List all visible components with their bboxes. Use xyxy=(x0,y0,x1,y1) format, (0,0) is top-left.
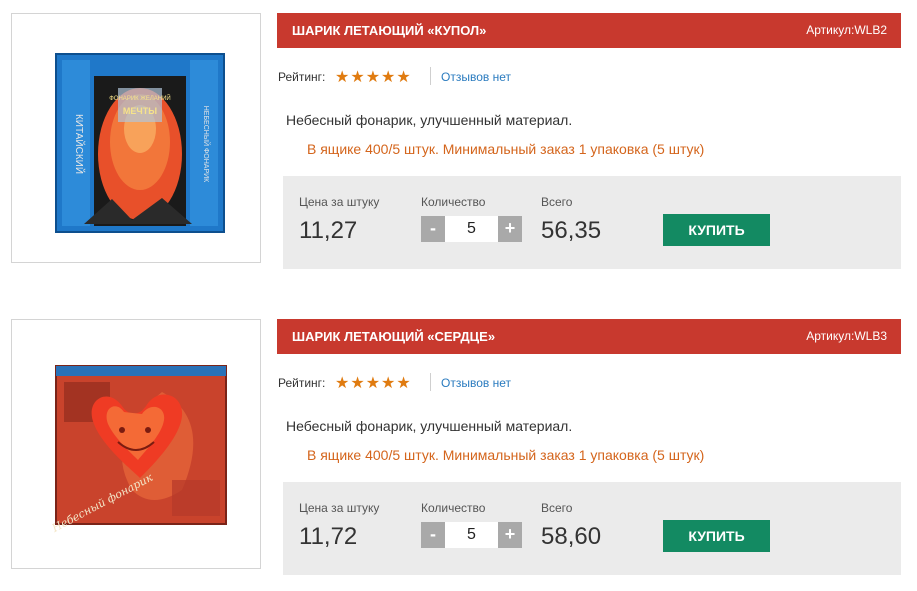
rating-stars: ★★★★★ xyxy=(335,67,412,87)
price-box: Цена за штуку 11,27 Количество - + Всего… xyxy=(283,176,901,269)
reviews-link[interactable]: Отзывов нет xyxy=(441,376,511,390)
star-icon: ★ xyxy=(381,375,396,392)
product-title-bar: ШАРИК ЛЕТАЮЩИЙ «СЕРДЦЕ» Артикул:WLB3 xyxy=(277,319,901,354)
total-value: 56,35 xyxy=(541,217,602,244)
product-image-link[interactable]: Небесный фонарик xyxy=(11,319,261,569)
lantern-package-image: Небесный фонарик xyxy=(49,365,227,535)
quantity-label: Количество xyxy=(421,501,486,515)
package-side-text: КИТАЙСКИЙ xyxy=(73,114,86,174)
unit-price-label: Цена за штуку xyxy=(299,501,380,515)
product-description: Небесный фонарик, улучшенный материал. xyxy=(286,112,573,128)
quantity-decrease-button[interactable]: - xyxy=(421,522,445,548)
star-icon: ★ xyxy=(365,375,381,392)
divider xyxy=(430,67,431,85)
buy-button[interactable]: КУПИТЬ xyxy=(663,520,770,552)
quantity-increase-button[interactable]: + xyxy=(498,216,522,242)
quantity-label: Количество xyxy=(421,195,486,209)
product-title-link[interactable]: ШАРИК ЛЕТАЮЩИЙ «КУПОЛ» xyxy=(292,23,486,38)
rating-label: Рейтинг: xyxy=(278,376,326,390)
lantern-package-image: КИТАЙСКИЙ НЕБЕСНЫЙ ФОНАРИК ФОНАРИК ЖЕЛАН… xyxy=(55,53,225,233)
product-image-link[interactable]: КИТАЙСКИЙ НЕБЕСНЫЙ ФОНАРИК ФОНАРИК ЖЕЛАН… xyxy=(11,13,261,263)
package-side-text: НЕБЕСНЫЙ ФОНАРИК xyxy=(202,106,211,183)
packing-info: В ящике 400/5 штук. Минимальный заказ 1 … xyxy=(307,447,705,463)
star-icon: ★ xyxy=(396,69,411,86)
quantity-input[interactable] xyxy=(445,216,498,242)
unit-price-label: Цена за штуку xyxy=(299,195,380,209)
total-label: Всего xyxy=(541,501,573,515)
rating-label: Рейтинг: xyxy=(278,70,326,84)
product-title-link[interactable]: ШАРИК ЛЕТАЮЩИЙ «СЕРДЦЕ» xyxy=(292,329,495,344)
unit-price-value: 11,27 xyxy=(299,217,358,244)
total-value: 58,60 xyxy=(541,523,602,550)
quantity-input[interactable] xyxy=(445,522,498,548)
star-icon: ★ xyxy=(381,69,396,86)
product-card: Небесный фонарик ШАРИК ЛЕТАЮЩИЙ «СЕРДЦЕ»… xyxy=(0,319,917,579)
package-front-text: ФОНАРИК ЖЕЛАНИЙ xyxy=(109,94,170,102)
packing-info: В ящике 400/5 штук. Минимальный заказ 1 … xyxy=(307,141,705,157)
reviews-link[interactable]: Отзывов нет xyxy=(441,70,511,84)
rating-stars: ★★★★★ xyxy=(335,373,412,393)
product-sku: Артикул:WLB2 xyxy=(806,23,887,37)
quantity-stepper: - + xyxy=(421,522,522,548)
buy-button[interactable]: КУПИТЬ xyxy=(663,214,770,246)
package-front-text: МЕЧТЫ xyxy=(123,106,157,116)
quantity-decrease-button[interactable]: - xyxy=(421,216,445,242)
star-icon: ★ xyxy=(350,375,365,392)
quantity-increase-button[interactable]: + xyxy=(498,522,522,548)
product-sku: Артикул:WLB3 xyxy=(806,329,887,343)
star-icon: ★ xyxy=(350,69,365,86)
product-card: КИТАЙСКИЙ НЕБЕСНЫЙ ФОНАРИК ФОНАРИК ЖЕЛАН… xyxy=(0,13,917,273)
star-icon: ★ xyxy=(335,69,350,86)
product-title-bar: ШАРИК ЛЕТАЮЩИЙ «КУПОЛ» Артикул:WLB2 xyxy=(277,13,901,48)
total-label: Всего xyxy=(541,195,573,209)
star-icon: ★ xyxy=(365,69,381,86)
unit-price-value: 11,72 xyxy=(299,523,358,550)
star-icon: ★ xyxy=(396,375,411,392)
star-icon: ★ xyxy=(335,375,350,392)
product-description: Небесный фонарик, улучшенный материал. xyxy=(286,418,573,434)
quantity-stepper: - + xyxy=(421,216,522,242)
divider xyxy=(430,373,431,391)
price-box: Цена за штуку 11,72 Количество - + Всего… xyxy=(283,482,901,575)
